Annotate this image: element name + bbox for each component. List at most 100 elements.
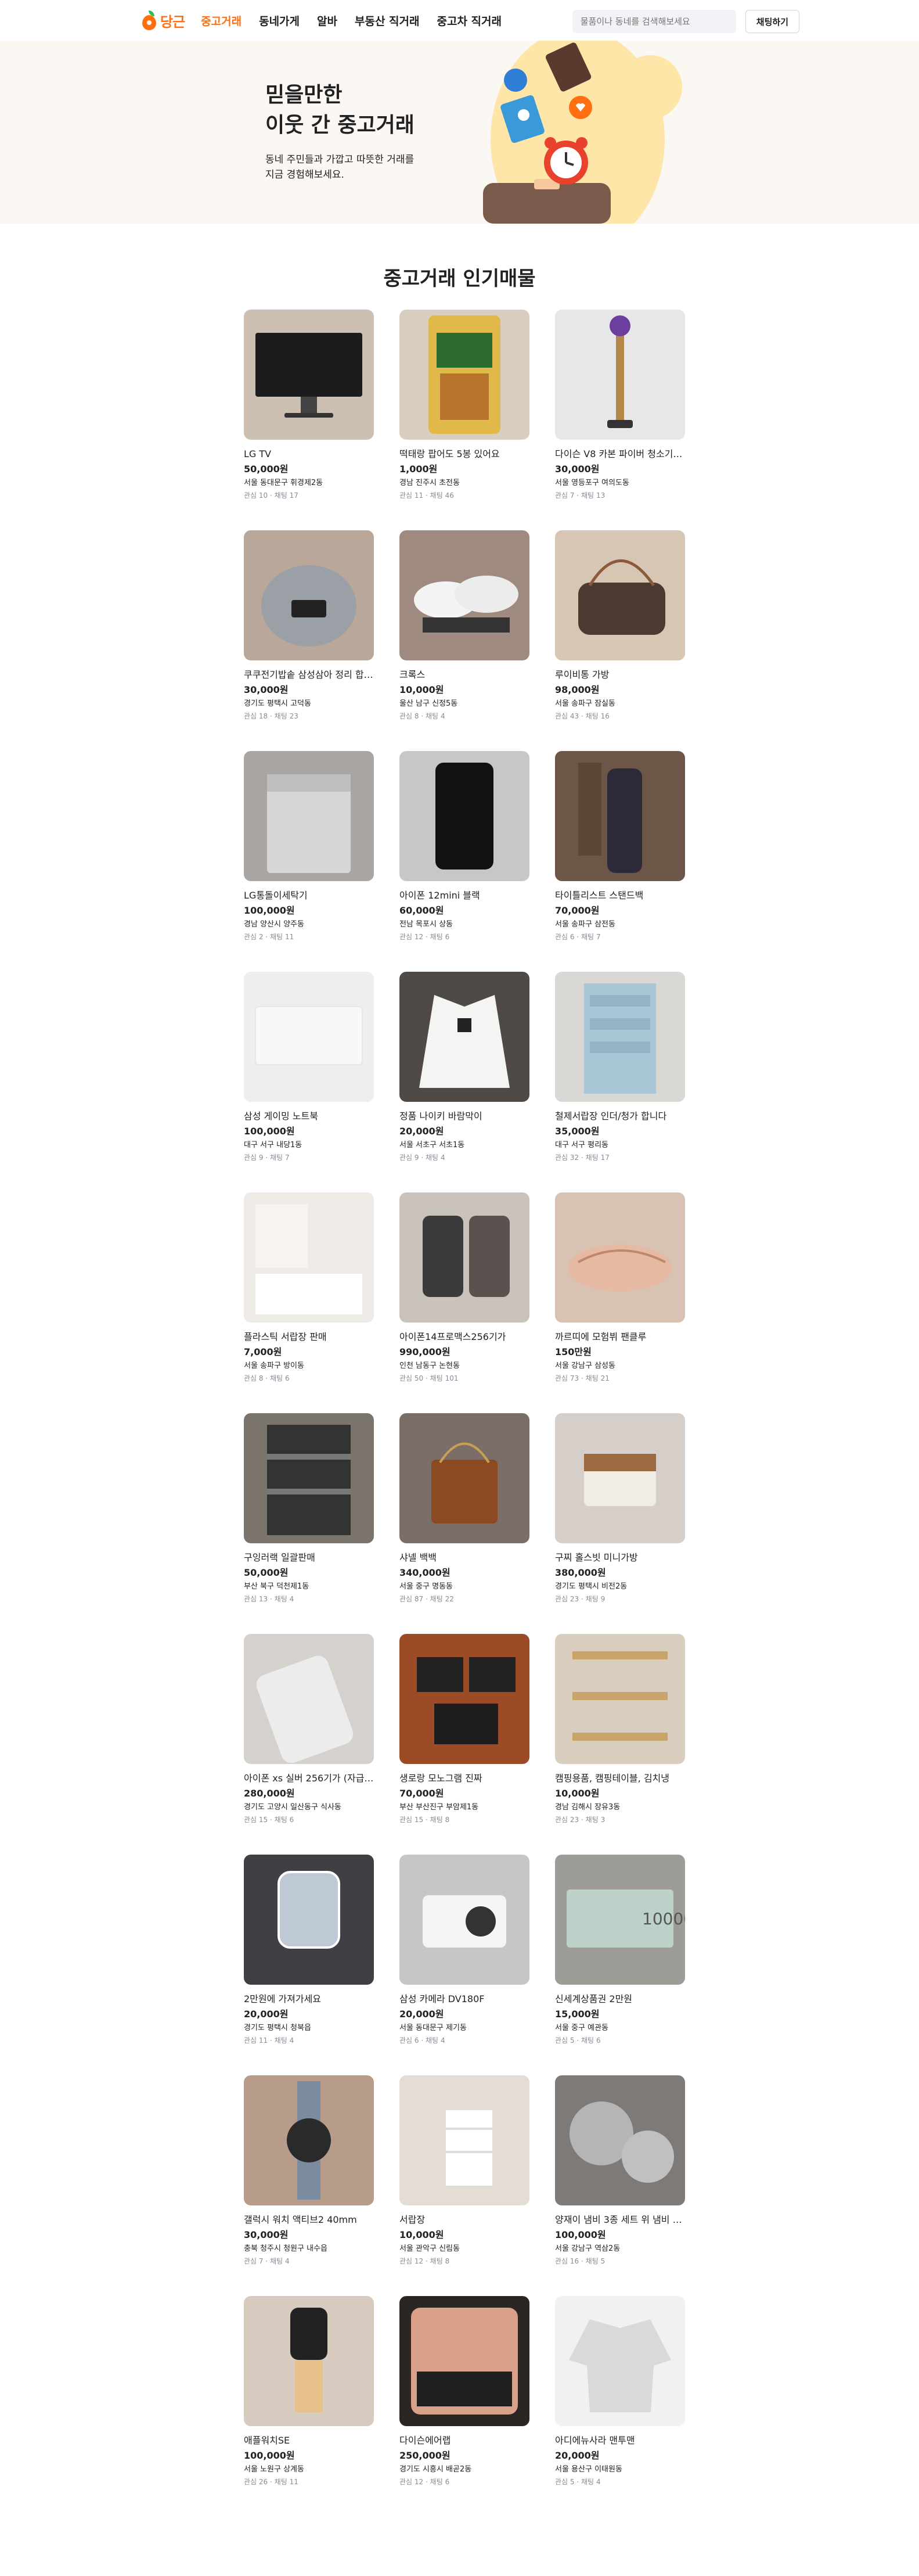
product-card[interactable]: 아이폰 xs 실버 256기가 (자급제) 280,000원 경기도 고양시 일산동…: [244, 1634, 374, 1855]
product-title[interactable]: 구찌 홀스빗 미니가방: [555, 1551, 685, 1564]
product-image[interactable]: [244, 1192, 374, 1323]
product-card[interactable]: 다이슨 V8 카본 파이버 청소기 팝... 30,000원 서울 영등포구 여의도…: [555, 310, 685, 530]
product-title[interactable]: 아이폰 xs 실버 256기가 (자급제): [244, 1772, 374, 1785]
product-title[interactable]: 아이폰14프로맥스256기가: [399, 1331, 529, 1343]
product-card[interactable]: 타이틀리스트 스탠드백 70,000원 서울 송파구 삼전동 관심 6 · 채팅 7: [555, 751, 685, 972]
product-image[interactable]: [244, 2075, 374, 2205]
product-card[interactable]: LG TV 50,000원 서울 동대문구 휘경제2동 관심 10 · 채팅 17: [244, 310, 374, 530]
nav-local-store[interactable]: 동네가게: [259, 13, 300, 28]
product-title[interactable]: 애플워치SE: [244, 2434, 374, 2447]
product-card[interactable]: 구찌 홀스빗 미니가방 380,000원 경기도 평택시 비전2동 관심 23 · 채…: [555, 1413, 685, 1634]
product-card[interactable]: 루이비통 가방 98,000원 서울 송파구 잠실동 관심 43 · 채팅 16: [555, 530, 685, 751]
product-image[interactable]: [399, 1192, 529, 1323]
product-card[interactable]: 갤럭시 워치 액티브2 40mm 30,000원 충북 청주시 청원구 내수읍 관심 …: [244, 2075, 374, 2296]
product-title[interactable]: 루이비통 가방: [555, 669, 685, 681]
product-card[interactable]: 아디에뉴사라 맨투맨 20,000원 서울 용산구 이태원동 관심 5 · 채팅 4: [555, 2296, 685, 2517]
product-image[interactable]: [399, 2075, 529, 2205]
product-image[interactable]: [399, 2296, 529, 2426]
product-title[interactable]: 샤넬 백백: [399, 1551, 529, 1564]
product-title[interactable]: 2만원에 가져가세요: [244, 1993, 374, 2006]
product-title[interactable]: 신세계상품권 2만원: [555, 1993, 685, 2006]
chat-button[interactable]: 채팅하기: [745, 10, 799, 33]
search-input[interactable]: [572, 10, 736, 33]
product-title[interactable]: 양재이 냄비 3종 세트 위 냄비 무...: [555, 2214, 685, 2226]
product-image[interactable]: [244, 972, 374, 1102]
product-card[interactable]: 삼성 게이밍 노트북 100,000원 대구 서구 내당1동 관심 9 · 채팅 7: [244, 972, 374, 1192]
logo[interactable]: 당근: [142, 0, 185, 41]
product-image[interactable]: [244, 310, 374, 440]
product-image[interactable]: [244, 1855, 374, 1985]
product-card[interactable]: LG통돌이세탁기 100,000원 경남 양산시 양주동 관심 2 · 채팅 11: [244, 751, 374, 972]
product-image[interactable]: [555, 1413, 685, 1543]
product-image[interactable]: [555, 2296, 685, 2426]
product-card[interactable]: 다이슨에어랩 250,000원 경기도 시흥시 배곧2동 관심 12 · 채팅 6: [399, 2296, 529, 2517]
product-card[interactable]: 플라스틱 서랍장 판매 7,000원 서울 송파구 방이동 관심 8 · 채팅 6: [244, 1192, 374, 1413]
product-card[interactable]: 생로랑 모노그램 진짜 70,000원 부산 부산진구 부암제1동 관심 15 · 채…: [399, 1634, 529, 1855]
product-title[interactable]: 캠핑용품, 캠핑테이블, 김치냉: [555, 1772, 685, 1785]
product-title[interactable]: 생로랑 모노그램 진짜: [399, 1772, 529, 1785]
product-title[interactable]: 다이슨에어랩: [399, 2434, 529, 2447]
product-image[interactable]: [555, 751, 685, 881]
product-image[interactable]: [399, 751, 529, 881]
product-card[interactable]: 서랍장 10,000원 서울 관악구 신림동 관심 12 · 채팅 8: [399, 2075, 529, 2296]
product-title[interactable]: 서랍장: [399, 2214, 529, 2226]
product-image[interactable]: [555, 530, 685, 660]
product-title[interactable]: 정품 나이키 바람막이: [399, 1110, 529, 1123]
product-card[interactable]: 쿠쿠전기밥솥 삼성삼아 정리 합니다. 30,000원 경기도 평택시 고덕동 관심 …: [244, 530, 374, 751]
product-image[interactable]: [244, 1413, 374, 1543]
nav-used-trade[interactable]: 중고거래: [201, 13, 242, 28]
product-image[interactable]: [244, 530, 374, 660]
product-card[interactable]: 크록스 10,000원 울산 남구 신정5동 관심 8 · 채팅 4: [399, 530, 529, 751]
product-title[interactable]: 아이폰 12mini 블랙: [399, 889, 529, 902]
product-image[interactable]: [555, 972, 685, 1102]
product-title[interactable]: 삼성 카메라 DV180F: [399, 1993, 529, 2006]
product-image[interactable]: [555, 2075, 685, 2205]
product-title[interactable]: 삼성 게이밍 노트북: [244, 1110, 374, 1123]
product-card[interactable]: 정품 나이키 바람막이 20,000원 서울 서초구 서초1동 관심 9 · 채팅 4: [399, 972, 529, 1192]
product-card[interactable]: 양재이 냄비 3종 세트 위 냄비 무... 100,000원 서울 강남구 역삼2…: [555, 2075, 685, 2296]
product-card[interactable]: 철제서랍장 인더/청가 합니다 35,000원 대구 서구 평리동 관심 32 · 채…: [555, 972, 685, 1192]
nav-used-car[interactable]: 중고차 직거래: [437, 13, 502, 28]
product-image[interactable]: [399, 530, 529, 660]
product-image[interactable]: [399, 1634, 529, 1764]
product-title[interactable]: 까르띠에 모험뷔 팬클루: [555, 1331, 685, 1343]
product-card[interactable]: 까르띠에 모험뷔 팬클루 150만원 서울 강남구 삼성동 관심 73 · 채팅 21: [555, 1192, 685, 1413]
product-image[interactable]: [399, 972, 529, 1102]
nav-part-time[interactable]: 알바: [317, 13, 337, 28]
product-image[interactable]: [555, 1634, 685, 1764]
product-title[interactable]: LG통돌이세탁기: [244, 889, 374, 902]
product-card[interactable]: 캠핑용품, 캠핑테이블, 김치냉 10,000원 경남 김해시 장유3동 관심 23 …: [555, 1634, 685, 1855]
product-image[interactable]: [244, 2296, 374, 2426]
product-image[interactable]: [244, 1634, 374, 1764]
interest-label: 관심: [555, 933, 568, 941]
product-card[interactable]: 구잉러랙 일괄판매 50,000원 부산 북구 덕천제1동 관심 13 · 채팅 4: [244, 1413, 374, 1634]
product-card[interactable]: 샤넬 백백 340,000원 서울 중구 명동동 관심 87 · 채팅 22: [399, 1413, 529, 1634]
product-title[interactable]: 쿠쿠전기밥솥 삼성삼아 정리 합니다.: [244, 669, 374, 681]
product-title[interactable]: 크록스: [399, 669, 529, 681]
product-card[interactable]: 2만원에 가져가세요 20,000원 경기도 평택시 청북읍 관심 11 · 채팅 4: [244, 1855, 374, 2075]
product-title[interactable]: 아디에뉴사라 맨투맨: [555, 2434, 685, 2447]
product-image[interactable]: [244, 751, 374, 881]
product-card[interactable]: 아이폰 12mini 블랙 60,000원 전남 목포시 상동 관심 12 · 채팅 …: [399, 751, 529, 972]
product-title[interactable]: 구잉러랙 일괄판매: [244, 1551, 374, 1564]
product-image[interactable]: [399, 1413, 529, 1543]
product-title[interactable]: 철제서랍장 인더/청가 합니다: [555, 1110, 685, 1123]
nav-real-estate[interactable]: 부동산 직거래: [355, 13, 420, 28]
product-card[interactable]: 아이폰14프로맥스256기가 990,000원 인천 남동구 논현동 관심 50 · …: [399, 1192, 529, 1413]
product-image[interactable]: 10000: [555, 1855, 685, 1985]
product-title[interactable]: LG TV: [244, 448, 374, 461]
product-card[interactable]: 떡태랑 팝어도 5봉 있어요 1,000원 경남 진주시 초전동 관심 11 · 채팅…: [399, 310, 529, 530]
product-title[interactable]: 타이틀리스트 스탠드백: [555, 889, 685, 902]
product-image[interactable]: [555, 310, 685, 440]
product-image[interactable]: [399, 310, 529, 440]
product-card[interactable]: 애플워치SE 100,000원 서울 노원구 상계동 관심 26 · 채팅 11: [244, 2296, 374, 2517]
chat-count: 6: [284, 1374, 290, 1382]
product-card[interactable]: 10000 신세계상품권 2만원 15,000원서울 중구 예관동관심 5 · 채팅…: [555, 1855, 685, 2075]
product-title[interactable]: 플라스틱 서랍장 판매: [244, 1331, 374, 1343]
product-image[interactable]: [555, 1192, 685, 1323]
product-title[interactable]: 갤럭시 워치 액티브2 40mm: [244, 2214, 374, 2226]
product-title[interactable]: 떡태랑 팝어도 5봉 있어요: [399, 448, 529, 461]
product-title[interactable]: 다이슨 V8 카본 파이버 청소기 팝...: [555, 448, 685, 461]
product-image[interactable]: [399, 1855, 529, 1985]
product-card[interactable]: 삼성 카메라 DV180F 20,000원 서울 동대문구 제기동 관심 6 · 채팅…: [399, 1855, 529, 2075]
